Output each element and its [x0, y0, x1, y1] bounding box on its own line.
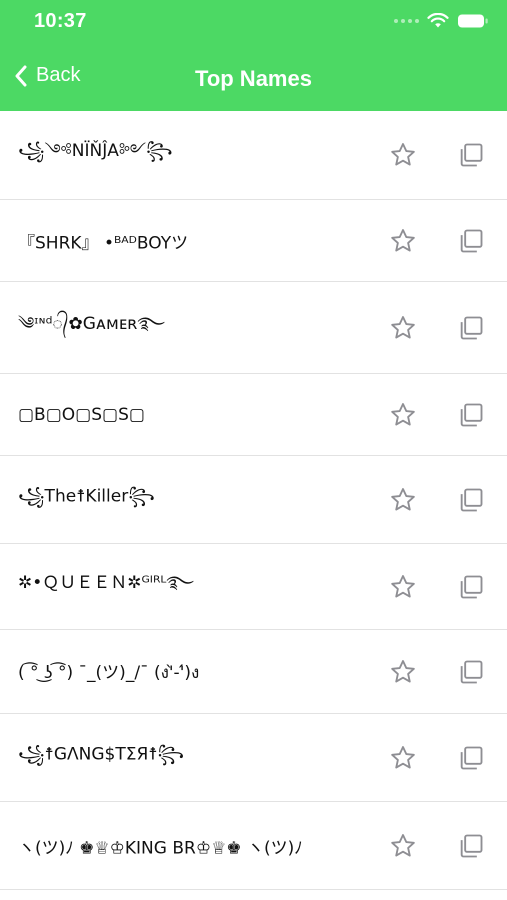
list-item[interactable]: ꧁☨GΛNG$TΣЯ☨꧂ [0, 714, 507, 802]
copy-icon[interactable] [457, 141, 485, 169]
battery-icon [457, 13, 489, 29]
name-text: ヽ(ツ)ﾉ ♚♕♔KING BR♔♕♚ ヽ(ツ)ﾉ [18, 838, 303, 858]
copy-icon[interactable] [457, 832, 485, 860]
star-icon[interactable] [389, 314, 417, 342]
list-item[interactable]: ヽ(ツ)ﾉ ♚♕♔KING BR♔♕♚ ヽ(ツ)ﾉ [0, 802, 507, 890]
star-icon[interactable] [389, 832, 417, 860]
copy-icon[interactable] [457, 486, 485, 514]
app-screen: 10:37 Back Top Names ꧁༺NÏŇĴA༻꧂ 『SHRK』 •ᴮ… [0, 0, 507, 900]
copy-icon[interactable] [457, 401, 485, 429]
copy-icon[interactable] [457, 227, 485, 255]
star-icon[interactable] [389, 401, 417, 429]
status-indicators [394, 10, 489, 32]
list-item[interactable]: ༄ᶦᶰᵈ᭄✿Gᴀᴍᴇʀ࿐ [0, 282, 507, 374]
list-item[interactable]: 『SHRK』 •ᴮᴬᴰBOYツ [0, 200, 507, 282]
signal-icon [394, 19, 419, 23]
list-item[interactable]: ꧁The☨Killer꧂ [0, 456, 507, 544]
name-text: ꧁☨GΛNG$TΣЯ☨꧂ [18, 744, 185, 764]
copy-icon[interactable] [457, 658, 485, 686]
name-text: ꧁༺NÏŇĴA༻꧂ [18, 141, 173, 161]
name-text: ▢B▢O▢S▢S▢ [18, 404, 145, 425]
page-title: Top Names [195, 66, 312, 91]
list-item[interactable]: ▢B▢O▢S▢S▢ [0, 374, 507, 456]
list-item[interactable]: ꧁༺NÏŇĴA༻꧂ [0, 111, 507, 200]
copy-icon[interactable] [457, 314, 485, 342]
list-item[interactable]: ( ͡° ͜ʖ ͡°) ¯_(ツ)_/¯ (ง'̀-'́)ง [0, 630, 507, 714]
navigation-header: 10:37 Back Top Names [0, 0, 507, 111]
status-time: 10:37 [34, 10, 87, 32]
star-icon[interactable] [389, 486, 417, 514]
list-item[interactable]: ✲•ＱＵＥＥＮ✲ᴳᴵᴿᴸ࿐ [0, 544, 507, 630]
name-text: ꧁The☨Killer꧂ [18, 486, 155, 506]
star-icon[interactable] [389, 141, 417, 169]
star-icon[interactable] [389, 658, 417, 686]
name-text: ✲•ＱＵＥＥＮ✲ᴳᴵᴿᴸ࿐ [18, 572, 194, 593]
star-icon[interactable] [389, 227, 417, 255]
name-text: ༄ᶦᶰᵈ᭄✿Gᴀᴍᴇʀ࿐ [18, 313, 165, 334]
wifi-icon [427, 13, 449, 29]
star-icon[interactable] [389, 573, 417, 601]
names-list: ꧁༺NÏŇĴA༻꧂ 『SHRK』 •ᴮᴬᴰBOYツ ༄ᶦᶰᵈ᭄✿Gᴀᴍᴇʀ࿐ ▢… [0, 111, 507, 890]
name-text: 『SHRK』 •ᴮᴬᴰBOYツ [18, 233, 189, 253]
name-text: ( ͡° ͜ʖ ͡°) ¯_(ツ)_/¯ (ง'̀-'́)ง [18, 662, 200, 683]
copy-icon[interactable] [457, 744, 485, 772]
copy-icon[interactable] [457, 573, 485, 601]
star-icon[interactable] [389, 744, 417, 772]
